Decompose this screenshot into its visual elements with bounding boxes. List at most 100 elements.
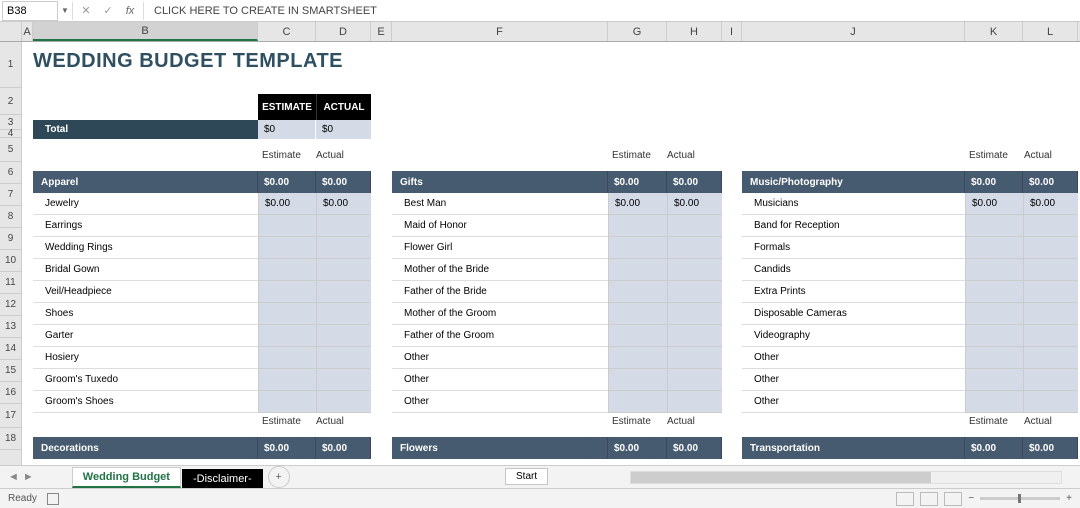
- row-label[interactable]: Extra Prints: [742, 281, 965, 303]
- row-label[interactable]: Mother of the Bride: [392, 259, 608, 281]
- row-label[interactable]: Hosiery: [33, 347, 258, 369]
- sheet-tab-disclaimer[interactable]: -Disclaimer-: [182, 469, 263, 488]
- chevron-down-icon[interactable]: ▼: [60, 6, 70, 15]
- row-header-1[interactable]: 1: [0, 42, 21, 88]
- add-sheet-button[interactable]: +: [268, 466, 290, 488]
- zoom-out-icon[interactable]: −: [968, 493, 974, 504]
- row-header-11[interactable]: 11: [0, 272, 21, 294]
- row-estimate[interactable]: $0.00: [965, 193, 1023, 215]
- row-label[interactable]: Garter: [33, 325, 258, 347]
- row-label[interactable]: Father of the Bride: [392, 281, 608, 303]
- row-actual[interactable]: [1023, 237, 1078, 259]
- row-header-8[interactable]: 8: [0, 206, 21, 228]
- zoom-in-icon[interactable]: +: [1066, 493, 1072, 504]
- section-header-actual[interactable]: $0.00: [1023, 171, 1078, 193]
- row-label[interactable]: Bridal Gown: [33, 259, 258, 281]
- row-actual[interactable]: [1023, 347, 1078, 369]
- row-actual[interactable]: [667, 281, 722, 303]
- row-estimate[interactable]: [608, 215, 667, 237]
- row-actual[interactable]: [667, 347, 722, 369]
- row-estimate[interactable]: [258, 281, 316, 303]
- row-header-10[interactable]: 10: [0, 250, 21, 272]
- name-box[interactable]: B38: [2, 1, 58, 21]
- row-actual[interactable]: $0.00: [667, 193, 722, 215]
- row-label[interactable]: Other: [392, 347, 608, 369]
- accept-formula-icon[interactable]: ✓: [97, 1, 119, 21]
- row-actual[interactable]: [316, 237, 371, 259]
- col-header-A[interactable]: A: [22, 22, 33, 41]
- start-button[interactable]: Start: [505, 468, 548, 485]
- zoom-slider-thumb[interactable]: [1018, 494, 1021, 503]
- row-estimate[interactable]: [258, 325, 316, 347]
- row-header-17[interactable]: 17: [0, 404, 21, 428]
- row-label[interactable]: Earrings: [33, 215, 258, 237]
- row-estimate[interactable]: [608, 325, 667, 347]
- row-actual[interactable]: [667, 391, 722, 413]
- row-header-15[interactable]: 15: [0, 360, 21, 382]
- total-actual[interactable]: $0: [316, 120, 371, 139]
- row-label[interactable]: Candids: [742, 259, 965, 281]
- row-label[interactable]: Other: [742, 347, 965, 369]
- row-header-12[interactable]: 12: [0, 294, 21, 316]
- sheet-tab-wedding-budget[interactable]: Wedding Budget: [72, 467, 181, 488]
- row-actual[interactable]: [316, 369, 371, 391]
- section-header-actual[interactable]: $0.00: [667, 437, 722, 459]
- row-label[interactable]: Band for Reception: [742, 215, 965, 237]
- sheet-nav-prev-icon[interactable]: ◄: [8, 471, 19, 483]
- fx-icon[interactable]: fx: [119, 5, 141, 17]
- row-actual[interactable]: [316, 215, 371, 237]
- row-estimate[interactable]: [608, 347, 667, 369]
- section-header-estimate[interactable]: $0.00: [608, 437, 667, 459]
- row-actual[interactable]: [667, 237, 722, 259]
- row-estimate[interactable]: [965, 391, 1023, 413]
- row-actual[interactable]: [1023, 303, 1078, 325]
- row-label[interactable]: Other: [392, 369, 608, 391]
- section-header-actual[interactable]: $0.00: [316, 171, 371, 193]
- formula-input[interactable]: [146, 1, 1080, 21]
- row-actual[interactable]: [1023, 369, 1078, 391]
- col-header-L[interactable]: L: [1023, 22, 1078, 41]
- row-header-13[interactable]: 13: [0, 316, 21, 338]
- row-actual[interactable]: [1023, 215, 1078, 237]
- row-estimate[interactable]: [965, 281, 1023, 303]
- section-header-estimate[interactable]: $0.00: [965, 437, 1023, 459]
- row-header-16[interactable]: 16: [0, 382, 21, 404]
- row-actual[interactable]: [1023, 259, 1078, 281]
- row-estimate[interactable]: [965, 347, 1023, 369]
- row-estimate[interactable]: [965, 237, 1023, 259]
- row-actual[interactable]: [1023, 325, 1078, 347]
- row-estimate[interactable]: [608, 237, 667, 259]
- cancel-formula-icon[interactable]: ✕: [75, 1, 97, 21]
- section-header-estimate[interactable]: $0.00: [608, 171, 667, 193]
- row-estimate[interactable]: [258, 303, 316, 325]
- row-actual[interactable]: [316, 303, 371, 325]
- row-estimate[interactable]: [258, 237, 316, 259]
- row-header-2[interactable]: 2: [0, 88, 21, 115]
- row-label[interactable]: Groom's Tuxedo: [33, 369, 258, 391]
- row-actual[interactable]: [1023, 281, 1078, 303]
- horizontal-scrollbar[interactable]: [630, 471, 1062, 484]
- row-label[interactable]: Groom's Shoes: [33, 391, 258, 413]
- zoom-slider[interactable]: [980, 497, 1060, 500]
- row-label[interactable]: Maid of Honor: [392, 215, 608, 237]
- col-header-I[interactable]: I: [722, 22, 742, 41]
- row-label[interactable]: Other: [742, 369, 965, 391]
- row-actual[interactable]: [316, 281, 371, 303]
- col-header-D[interactable]: D: [316, 22, 371, 41]
- col-header-H[interactable]: H: [667, 22, 722, 41]
- row-estimate[interactable]: $0.00: [608, 193, 667, 215]
- section-header-actual[interactable]: $0.00: [667, 171, 722, 193]
- row-header-6[interactable]: 6: [0, 162, 21, 184]
- row-label[interactable]: Jewelry: [33, 193, 258, 215]
- view-page-break-icon[interactable]: [944, 492, 962, 506]
- col-header-K[interactable]: K: [965, 22, 1023, 41]
- row-estimate[interactable]: [608, 281, 667, 303]
- row-header-4[interactable]: 4: [0, 130, 21, 138]
- row-actual[interactable]: [667, 325, 722, 347]
- row-estimate[interactable]: [258, 259, 316, 281]
- row-label[interactable]: Flower Girl: [392, 237, 608, 259]
- row-actual[interactable]: $0.00: [1023, 193, 1078, 215]
- row-estimate[interactable]: [965, 325, 1023, 347]
- section-header-estimate[interactable]: $0.00: [258, 171, 316, 193]
- row-estimate[interactable]: [258, 369, 316, 391]
